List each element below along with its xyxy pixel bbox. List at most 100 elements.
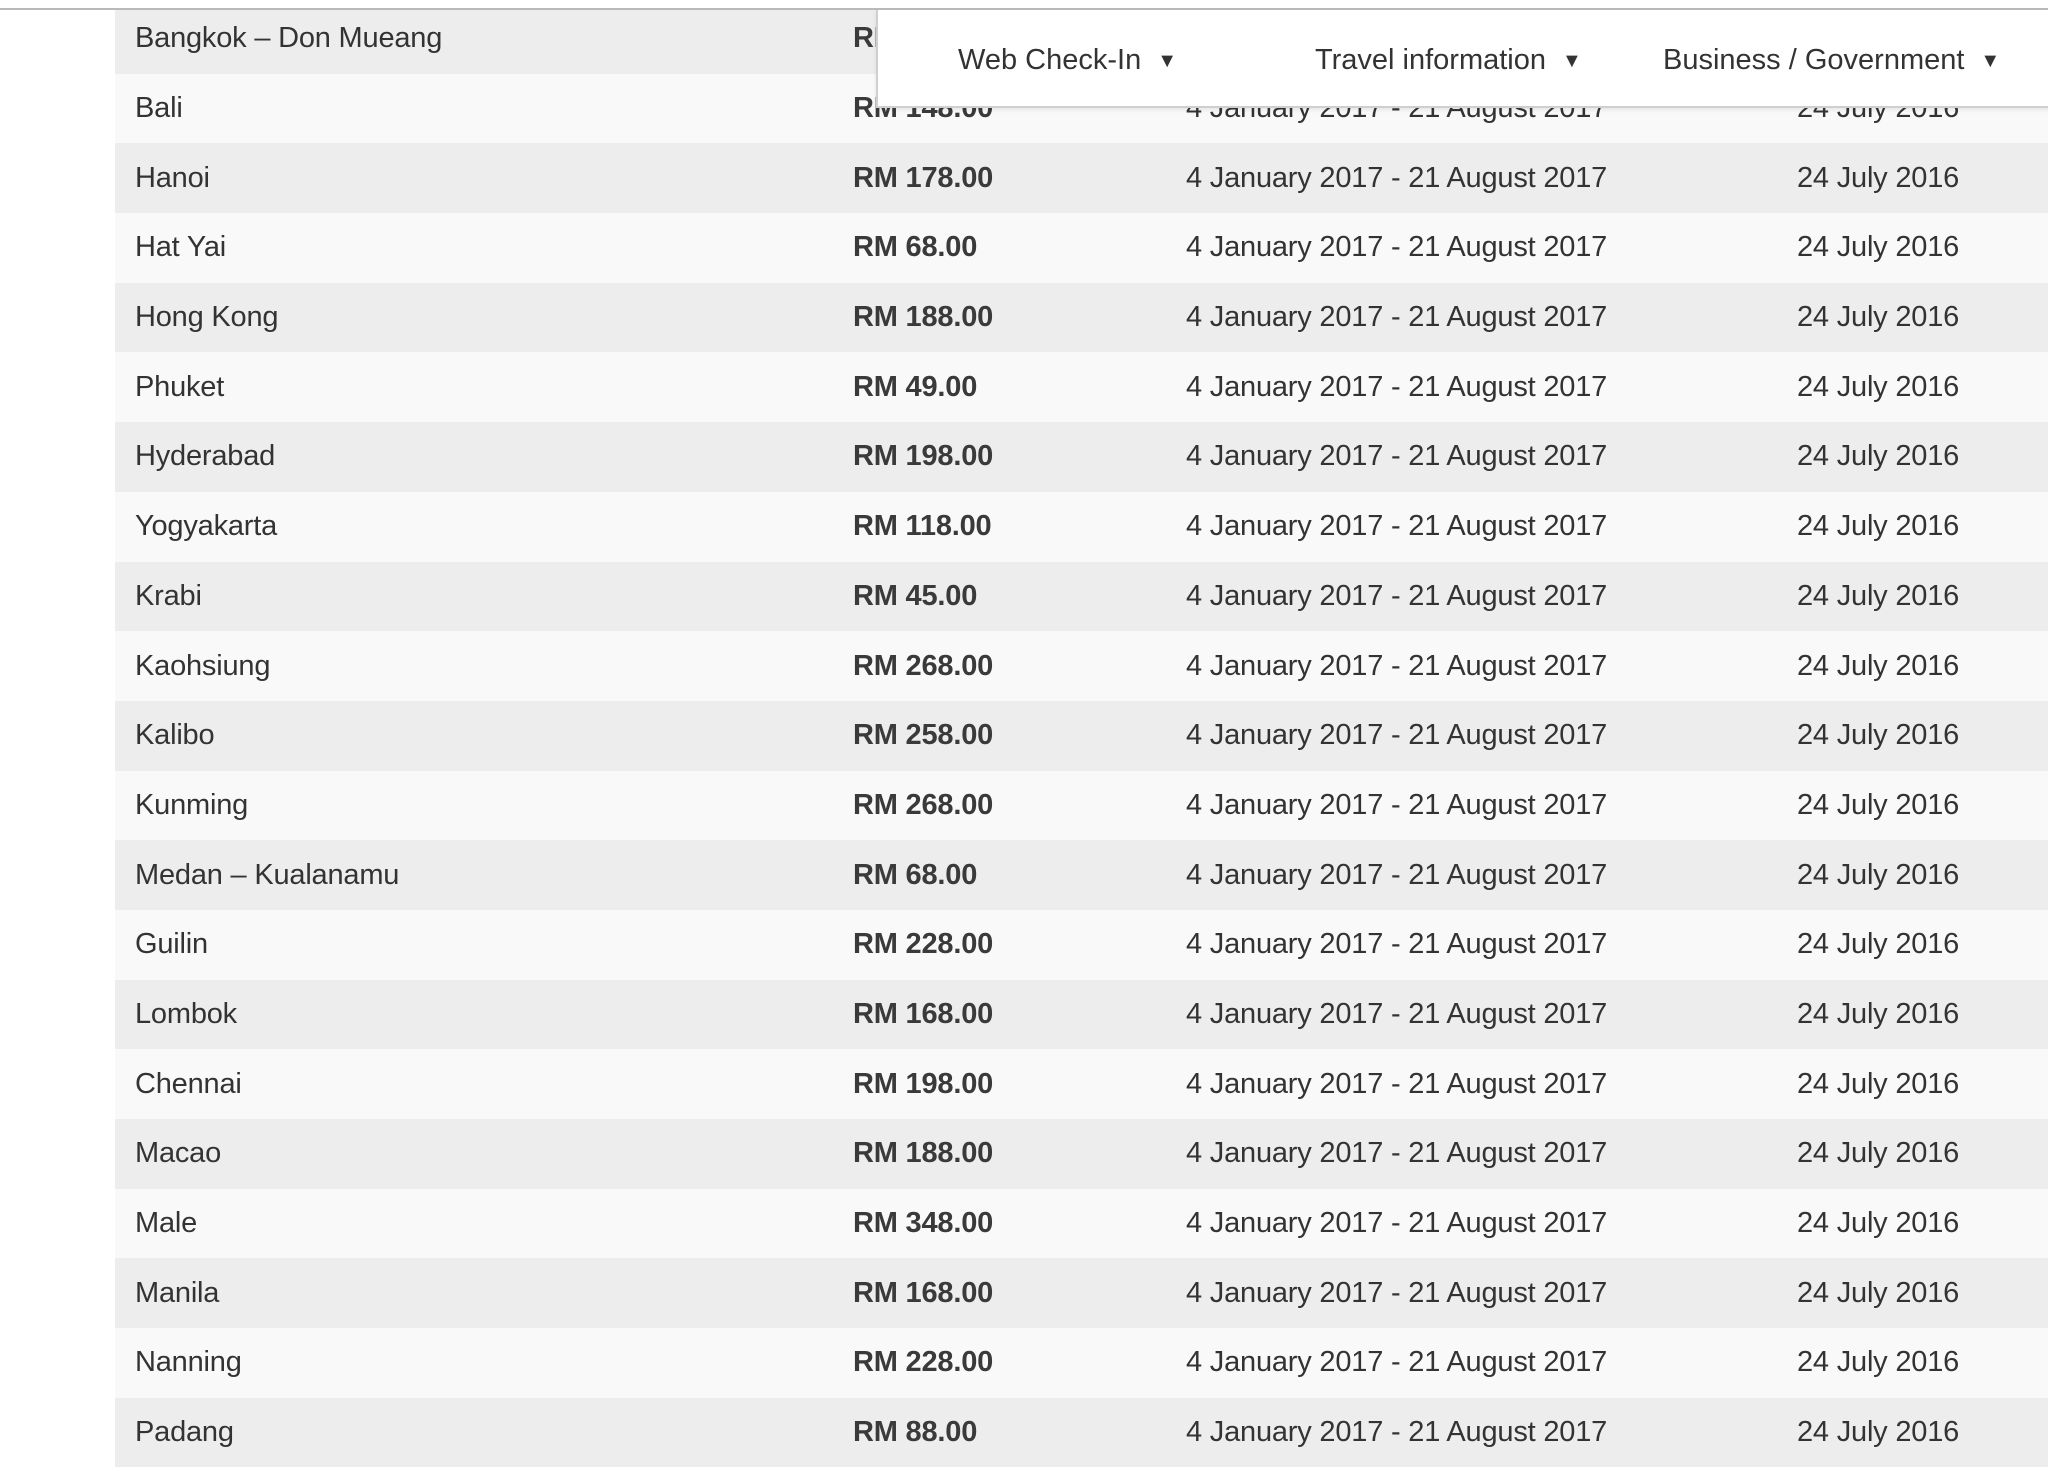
sale-end-date-cell: 24 July 2016 bbox=[1797, 561, 2048, 632]
travel-period-cell: 4 January 2017 - 21 August 2017 bbox=[1186, 1397, 1797, 1467]
destination-cell: Macao bbox=[115, 1119, 853, 1189]
fare-price-cell: RM 68.00 bbox=[853, 213, 1186, 283]
travel-period-cell: 4 January 2017 - 21 August 2017 bbox=[1186, 422, 1797, 492]
sale-end-date-cell: 24 July 2016 bbox=[1797, 422, 2048, 492]
travel-period-cell: 4 January 2017 - 21 August 2017 bbox=[1186, 282, 1797, 353]
fare-price-cell: RM 68.00 bbox=[853, 840, 1186, 910]
table-row: Hong Kong RM 188.00 4 January 2017 - 21 Au… bbox=[115, 282, 2048, 353]
table-row: Phuket RM 49.00 4 January 2017 - 21 August… bbox=[115, 352, 2048, 423]
destination-cell: Bangkok – Don Mueang bbox=[115, 0, 853, 74]
travel-period-cell: 4 January 2017 - 21 August 2017 bbox=[1186, 909, 1797, 980]
destination-cell: Male bbox=[115, 1188, 853, 1259]
caret-down-icon: ▼ bbox=[1157, 49, 1178, 72]
sale-end-date-cell: 24 July 2016 bbox=[1797, 282, 2048, 353]
sale-end-date-cell: 24 July 2016 bbox=[1797, 1049, 2048, 1119]
table-row: Yogyakarta RM 118.00 4 January 2017 - 21 A… bbox=[115, 491, 2048, 562]
sale-end-date-cell: 24 July 2016 bbox=[1797, 213, 2048, 283]
fare-price-cell: RM 45.00 bbox=[853, 561, 1186, 632]
destination-cell: Medan – Kualanamu bbox=[115, 840, 853, 910]
fares-table-body: Bangkok – Don MueangRM 98.004 January 20… bbox=[115, 0, 2048, 1467]
travel-period-cell: 4 January 2017 - 21 August 2017 bbox=[1186, 1049, 1797, 1119]
fare-price-cell: RM 188.00 bbox=[853, 282, 1186, 353]
fare-price-cell: RM 178.00 bbox=[853, 143, 1186, 214]
destination-cell: Hat Yai bbox=[115, 213, 853, 283]
sale-end-date-cell: 24 July 2016 bbox=[1797, 840, 2048, 910]
fare-price-cell: RM 118.00 bbox=[853, 491, 1186, 562]
table-row: Kalibo RM 258.00 4 January 2017 - 21 Augus… bbox=[115, 700, 2048, 771]
fare-price-cell: RM 198.00 bbox=[853, 1049, 1186, 1119]
sale-end-date-cell: 24 July 2016 bbox=[1797, 1258, 2048, 1329]
destination-cell: Guilin bbox=[115, 909, 853, 980]
sale-end-date-cell: 24 July 2016 bbox=[1797, 700, 2048, 771]
sale-end-date-cell: 24 July 2016 bbox=[1797, 631, 2048, 701]
table-row: Kunming RM 268.00 4 January 2017 - 21 Augu… bbox=[115, 770, 2048, 841]
nav-web-check-in-label: Web Check-In bbox=[958, 43, 1142, 76]
caret-down-icon: ▼ bbox=[1562, 49, 1582, 72]
travel-period-cell: 4 January 2017 - 21 August 2017 bbox=[1186, 561, 1797, 632]
top-nav-dropdown-bar: Web Check-In ▼ Travel information ▼ Busi… bbox=[876, 10, 2048, 108]
sale-end-date-cell: 24 July 2016 bbox=[1797, 352, 2048, 423]
fare-price-cell: RM 228.00 bbox=[853, 909, 1186, 980]
promo-fares-table: Bangkok – Don MueangRM 98.004 January 20… bbox=[115, 0, 2048, 1467]
travel-period-cell: 4 January 2017 - 21 August 2017 bbox=[1186, 631, 1797, 701]
destination-cell: Manila bbox=[115, 1258, 853, 1329]
travel-period-cell: 4 January 2017 - 21 August 2017 bbox=[1186, 143, 1797, 214]
travel-period-cell: 4 January 2017 - 21 August 2017 bbox=[1186, 491, 1797, 562]
sale-end-date-cell: 24 July 2016 bbox=[1797, 979, 2048, 1050]
destination-cell: Yogyakarta bbox=[115, 491, 853, 562]
nav-travel-information[interactable]: Travel information ▼ bbox=[1315, 40, 1582, 80]
caret-down-icon: ▼ bbox=[1980, 49, 2001, 72]
destination-cell: Lombok bbox=[115, 979, 853, 1050]
sale-end-date-cell: 24 July 2016 bbox=[1797, 1119, 2048, 1189]
destination-cell: Chennai bbox=[115, 1049, 853, 1119]
travel-period-cell: 4 January 2017 - 21 August 2017 bbox=[1186, 840, 1797, 910]
table-row: Macao RM 188.00 4 January 2017 - 21 August… bbox=[115, 1119, 2048, 1189]
table-row: Hat Yai RM 68.00 4 January 2017 - 21 Augus… bbox=[115, 213, 2048, 283]
sale-end-date-cell: 24 July 2016 bbox=[1797, 909, 2048, 980]
sale-end-date-cell: 24 July 2016 bbox=[1797, 1188, 2048, 1259]
destination-cell: Kunming bbox=[115, 770, 853, 841]
table-row: Krabi RM 45.00 4 January 2017 - 21 August … bbox=[115, 561, 2048, 632]
destination-cell: Padang bbox=[115, 1397, 853, 1467]
table-row: Hanoi RM 178.00 4 January 2017 - 21 August… bbox=[115, 143, 2048, 214]
table-row: Padang RM 88.00 4 January 2017 - 21 August… bbox=[115, 1397, 2048, 1467]
table-row: Lombok RM 168.00 4 January 2017 - 21 Augus… bbox=[115, 979, 2048, 1050]
nav-travel-information-label: Travel information bbox=[1315, 43, 1547, 76]
table-row: Male RM 348.00 4 January 2017 - 21 August … bbox=[115, 1188, 2048, 1259]
nav-business-government[interactable]: Business / Government ▼ bbox=[1663, 40, 2000, 80]
sale-end-date-cell: 24 July 2016 bbox=[1797, 1328, 2048, 1398]
fare-price-cell: RM 188.00 bbox=[853, 1119, 1186, 1189]
table-row: Guilin RM 228.00 4 January 2017 - 21 Augus… bbox=[115, 909, 2048, 980]
sale-end-date-cell: 24 July 2016 bbox=[1797, 1397, 2048, 1467]
nav-business-government-label: Business / Government bbox=[1663, 43, 1965, 76]
travel-period-cell: 4 January 2017 - 21 August 2017 bbox=[1186, 1328, 1797, 1398]
travel-period-cell: 4 January 2017 - 21 August 2017 bbox=[1186, 1188, 1797, 1259]
table-row: Manila RM 168.00 4 January 2017 - 21 Augus… bbox=[115, 1258, 2048, 1329]
destination-cell: Bali bbox=[115, 73, 853, 144]
travel-period-cell: 4 January 2017 - 21 August 2017 bbox=[1186, 700, 1797, 771]
table-row: Nanning RM 228.00 4 January 2017 - 21 Augu… bbox=[115, 1328, 2048, 1398]
fare-price-cell: RM 198.00 bbox=[853, 422, 1186, 492]
fare-price-cell: RM 268.00 bbox=[853, 631, 1186, 701]
sale-end-date-cell: 24 July 2016 bbox=[1797, 491, 2048, 562]
fare-price-cell: RM 49.00 bbox=[853, 352, 1186, 423]
travel-period-cell: 4 January 2017 - 21 August 2017 bbox=[1186, 979, 1797, 1050]
sale-end-date-cell: 24 July 2016 bbox=[1797, 770, 2048, 841]
destination-cell: Kalibo bbox=[115, 700, 853, 771]
destination-cell: Hanoi bbox=[115, 143, 853, 214]
travel-period-cell: 4 January 2017 - 21 August 2017 bbox=[1186, 770, 1797, 841]
fare-price-cell: RM 258.00 bbox=[853, 700, 1186, 771]
fare-price-cell: RM 268.00 bbox=[853, 770, 1186, 841]
nav-web-check-in[interactable]: Web Check-In ▼ bbox=[958, 40, 1177, 80]
destination-cell: Kaohsiung bbox=[115, 631, 853, 701]
travel-period-cell: 4 January 2017 - 21 August 2017 bbox=[1186, 213, 1797, 283]
fare-price-cell: RM 168.00 bbox=[853, 979, 1186, 1050]
destination-cell: Phuket bbox=[115, 352, 853, 423]
destination-cell: Hong Kong bbox=[115, 282, 853, 353]
fare-price-cell: RM 348.00 bbox=[853, 1188, 1186, 1259]
table-row: Medan – Kualanamu RM 68.00 4 January 2017 … bbox=[115, 840, 2048, 910]
fare-price-cell: RM 88.00 bbox=[853, 1397, 1186, 1467]
travel-period-cell: 4 January 2017 - 21 August 2017 bbox=[1186, 1119, 1797, 1189]
fare-price-cell: RM 168.00 bbox=[853, 1258, 1186, 1329]
travel-period-cell: 4 January 2017 - 21 August 2017 bbox=[1186, 1258, 1797, 1329]
